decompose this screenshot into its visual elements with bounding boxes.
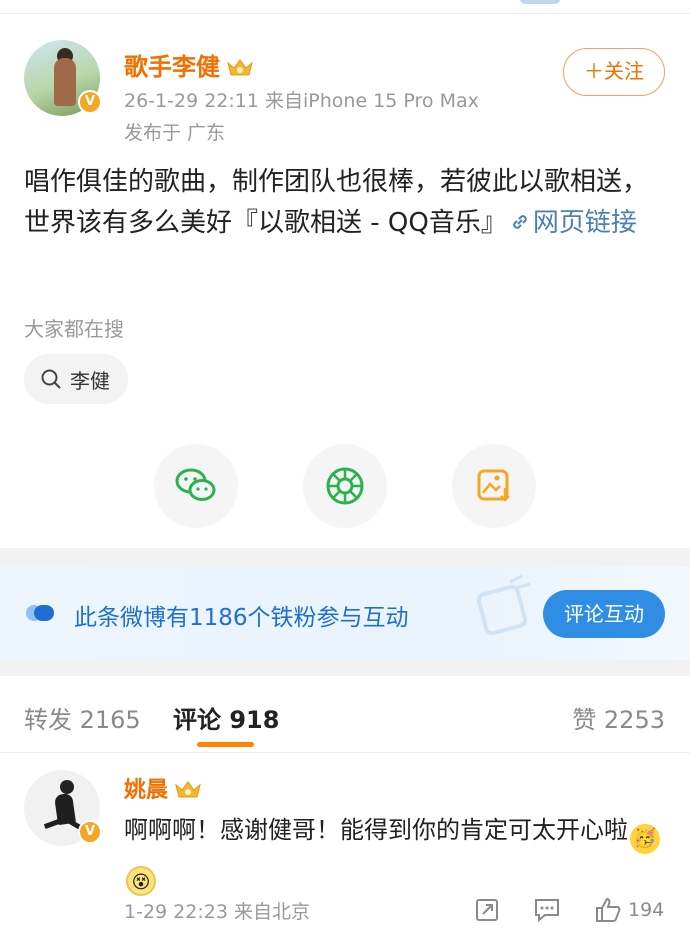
commenter-name-row[interactable]: 姚晨 <box>124 772 202 804</box>
fan-interaction-banner[interactable]: 此条微博有1186个铁粉参与互动 评论互动 <box>0 566 690 660</box>
post-meta: 26-1-29 22:11 来自iPhone 15 Pro Max <box>124 86 479 113</box>
fan-badge-icon <box>26 605 54 621</box>
comment-interact-button[interactable]: 评论互动 <box>543 590 665 638</box>
follow-button[interactable]: ＋关注 <box>563 48 665 96</box>
verified-badge-icon: V <box>78 90 102 114</box>
top-edge <box>0 0 690 14</box>
thumbs-up-icon <box>596 897 621 922</box>
comment-meta: 1-29 22:23 来自北京 <box>124 901 310 923</box>
post-source: 来自iPhone 15 Pro Max <box>265 90 479 112</box>
party-face-emoji: 🥳 <box>630 824 660 854</box>
comment-share-button[interactable] <box>474 895 500 925</box>
save-image-icon <box>477 469 510 502</box>
crown-badge-icon <box>227 59 253 76</box>
wechat-icon <box>175 468 216 501</box>
active-tab-indicator <box>197 742 254 747</box>
trending-search-title: 大家都在搜 <box>24 317 124 341</box>
share-wechat-button[interactable] <box>154 444 238 528</box>
web-link[interactable]: 网页链接 <box>533 208 637 238</box>
share-moments-button[interactable] <box>303 444 387 528</box>
commenter-name[interactable]: 姚晨 <box>124 778 168 803</box>
tab-likes[interactable]: 赞 2253 <box>572 700 665 735</box>
comment-like-count: 194 <box>628 899 665 921</box>
fan-interaction-text: 此条微博有1186个铁粉参与互动 <box>74 605 409 631</box>
moments-icon <box>326 467 364 505</box>
tab-reposts[interactable]: 转发 2165 <box>24 700 141 735</box>
commenter-crown-icon <box>175 781 201 798</box>
commenter-verified-icon: V <box>78 820 102 844</box>
tabs-divider <box>0 752 690 753</box>
search-icon <box>41 369 61 389</box>
post-timestamp: 26-1-29 22:11 <box>124 90 259 112</box>
tab-comments[interactable]: 评论 918 <box>173 700 279 735</box>
top-edge-deco <box>520 0 560 4</box>
share-arrow-icon <box>476 899 498 921</box>
post-text: 唱作俱佳的歌曲，制作团队也很棒，若彼此以歌相送，世界该有多么美好『以歌相送 - … <box>24 162 669 244</box>
section-divider <box>0 548 690 566</box>
comment-text: 啊啊啊！感谢健哥！能得到你的肯定可太开心啦 🥳 😵 <box>124 810 664 896</box>
dizzy-face-emoji: 😵 <box>126 866 156 896</box>
post-location: 发布于 广东 <box>124 122 226 144</box>
trending-search-chip-label: 李健 <box>70 368 110 393</box>
author-avatar[interactable]: V <box>24 40 102 116</box>
reply-icon <box>535 899 559 923</box>
comment-like-button[interactable]: 194 <box>594 895 664 925</box>
link-icon <box>513 215 527 229</box>
section-divider-2 <box>0 660 690 676</box>
banner-decoration-icon <box>476 574 531 636</box>
commenter-avatar[interactable]: V <box>24 770 102 846</box>
comment-text-body: 啊啊啊！感谢健哥！能得到你的肯定可太开心啦 <box>124 816 628 844</box>
trending-search-chip[interactable]: 李健 <box>24 354 128 404</box>
save-image-button[interactable] <box>452 444 536 528</box>
author-name-row[interactable]: 歌手李健 <box>124 47 254 82</box>
comment-reply-button[interactable] <box>533 895 561 925</box>
author-name[interactable]: 歌手李健 <box>124 53 220 81</box>
